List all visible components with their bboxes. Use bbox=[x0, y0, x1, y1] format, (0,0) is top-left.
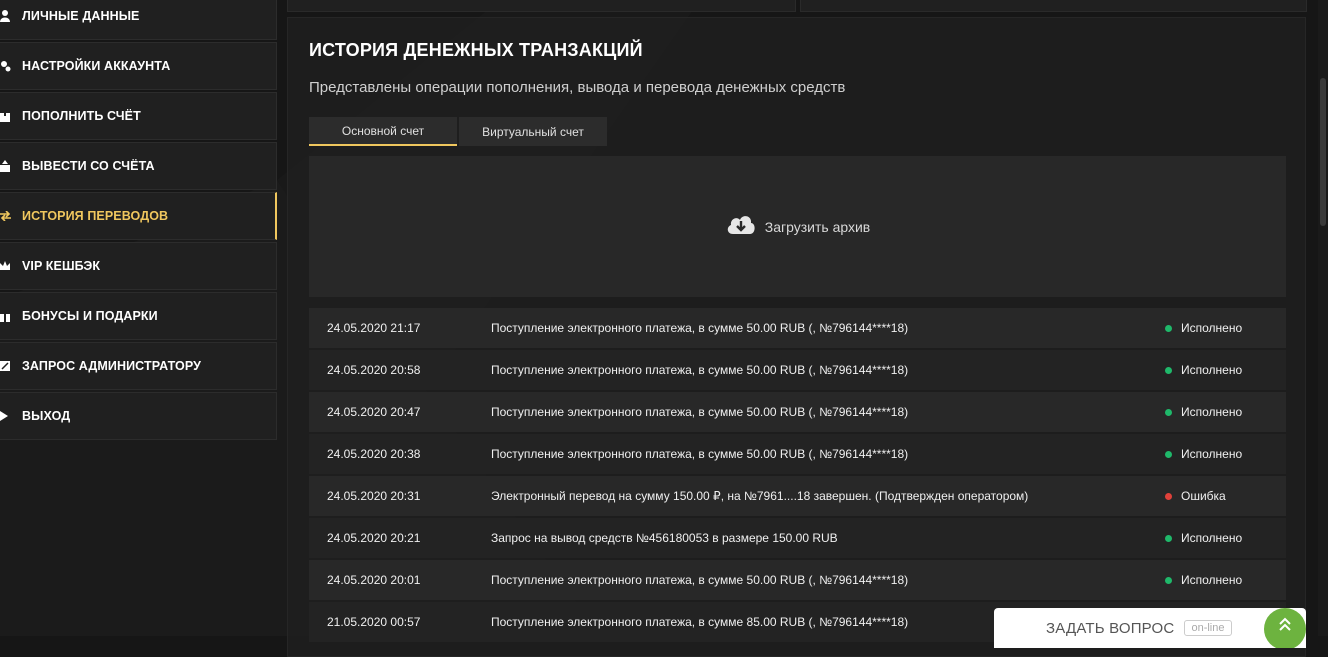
main-panel: ИСТОРИЯ ДЕНЕЖНЫХ ТРАНЗАКЦИЙ Представлены… bbox=[287, 17, 1306, 657]
transaction-date: 24.05.2020 20:47 bbox=[327, 405, 421, 419]
top-panel-left bbox=[287, 0, 796, 12]
sidebar: ЛИЧНЫЕ ДАННЫЕ НАСТРОЙКИ АККАУНТА ПОПОЛНИТЬ… bbox=[0, 0, 277, 442]
status-dot-icon bbox=[1165, 450, 1172, 458]
sidebar-item-label: БОНУСЫ И ПОДАРКИ bbox=[22, 309, 158, 323]
status-dot-icon bbox=[1165, 576, 1172, 584]
transactions-list: 24.05.2020 21:17 Поступление электронного… bbox=[309, 308, 1286, 644]
status-badge: Исполнено bbox=[1165, 321, 1242, 335]
crown-icon bbox=[0, 259, 14, 273]
status-badge: Исполнено bbox=[1165, 573, 1242, 587]
tab-main-account[interactable]: Основной счет bbox=[309, 117, 457, 146]
sidebar-item-withdraw[interactable]: ВЫВЕСТИ СО СЧЁТА bbox=[0, 142, 277, 190]
transaction-description: Поступление электронного платежа, в сумм… bbox=[491, 447, 909, 461]
status-text: Исполнено bbox=[1181, 573, 1243, 587]
table-row: 24.05.2020 20:47 Поступление электронного… bbox=[309, 392, 1286, 432]
status-text: Исполнено bbox=[1181, 447, 1243, 461]
scrollbar-thumb[interactable] bbox=[1320, 78, 1326, 226]
transaction-description: Электронный перевод на сумму 150.00 ₽, н… bbox=[491, 489, 1029, 503]
transaction-description: Поступление электронного платежа, в сумм… bbox=[491, 573, 909, 587]
sidebar-item-user[interactable]: ЛИЧНЫЕ ДАННЫЕ bbox=[0, 0, 277, 40]
status-text: Исполнено bbox=[1181, 405, 1243, 419]
sidebar-item-deposit[interactable]: ПОПОЛНИТЬ СЧЁТ bbox=[0, 92, 277, 140]
chat-expand-button[interactable] bbox=[1264, 608, 1306, 648]
sidebar-item-label: VIP КЕШБЭК bbox=[22, 259, 101, 273]
table-row: 24.05.2020 20:31 Электронный перевод на с… bbox=[309, 476, 1286, 516]
status-badge: Исполнено bbox=[1165, 363, 1242, 377]
table-row: 24.05.2020 20:58 Поступление электронного… bbox=[309, 350, 1286, 390]
transaction-description: Поступление электронного платежа, в сумм… bbox=[491, 321, 909, 335]
sidebar-item-gift[interactable]: БОНУСЫ И ПОДАРКИ bbox=[0, 292, 277, 340]
cloud-download-icon bbox=[725, 212, 757, 241]
sidebar-item-exchange[interactable]: ИСТОРИЯ ПЕРЕВОДОВ bbox=[0, 192, 277, 240]
status-badge: Исполнено bbox=[1165, 405, 1242, 419]
page-title: ИСТОРИЯ ДЕНЕЖНЫХ ТРАНЗАКЦИЙ bbox=[309, 40, 643, 60]
table-row: 24.05.2020 20:01 Поступление электронного… bbox=[309, 560, 1286, 600]
exchange-icon bbox=[0, 209, 14, 223]
double-chevron-up-icon bbox=[1277, 608, 1293, 637]
ask-question-label: ЗАДАТЬ ВОПРОС bbox=[1046, 619, 1175, 637]
user-icon bbox=[0, 9, 14, 23]
withdraw-icon bbox=[0, 159, 14, 173]
status-dot-icon bbox=[1165, 492, 1172, 500]
scrollbar[interactable] bbox=[1318, 0, 1328, 636]
sidebar-item-label: ВЫВЕСТИ СО СЧЁТА bbox=[22, 159, 155, 173]
gift-icon bbox=[0, 309, 14, 323]
table-row: 24.05.2020 21:17 Поступление электронного… bbox=[309, 308, 1286, 348]
ask-question-widget[interactable]: ЗАДАТЬ ВОПРОС on-line bbox=[994, 608, 1306, 648]
transaction-date: 24.05.2020 20:38 bbox=[327, 447, 421, 461]
status-text: Исполнено bbox=[1181, 363, 1243, 377]
sidebar-item-label: ВЫХОД bbox=[22, 409, 71, 423]
transaction-date: 24.05.2020 20:31 bbox=[327, 489, 421, 503]
status-badge: Исполнено bbox=[1165, 531, 1242, 545]
sidebar-item-label: ЛИЧНЫЕ ДАННЫЕ bbox=[22, 9, 140, 23]
status-dot-icon bbox=[1165, 366, 1172, 374]
sidebar-item-gears[interactable]: НАСТРОЙКИ АККАУНТА bbox=[0, 42, 277, 90]
sidebar-item-label: НАСТРОЙКИ АККАУНТА bbox=[22, 59, 171, 73]
transaction-date: 24.05.2020 21:17 bbox=[327, 321, 421, 335]
status-dot-icon bbox=[1165, 534, 1172, 542]
transaction-description: Поступление электронного платежа, в сумм… bbox=[491, 615, 909, 629]
status-badge: Исполнено bbox=[1165, 447, 1242, 461]
status-dot-icon bbox=[1165, 408, 1172, 416]
transaction-description: Запрос на вывод средств №456180053 в раз… bbox=[491, 531, 838, 545]
table-row: 24.05.2020 20:21 Запрос на вывод средств … bbox=[309, 518, 1286, 558]
gears-icon bbox=[0, 59, 14, 73]
transaction-date: 24.05.2020 20:21 bbox=[327, 531, 421, 545]
sidebar-item-message[interactable]: ЗАПРОС АДМИНИСТРАТОРУ bbox=[0, 342, 277, 390]
transaction-description: Поступление электронного платежа, в сумм… bbox=[491, 363, 909, 377]
transaction-date: 21.05.2020 00:57 bbox=[327, 615, 421, 629]
status-text: Ошибка bbox=[1181, 489, 1226, 503]
table-row: 24.05.2020 20:38 Поступление электронного… bbox=[309, 434, 1286, 474]
status-badge: Ошибка bbox=[1165, 489, 1226, 503]
sidebar-item-crown[interactable]: VIP КЕШБЭК bbox=[0, 242, 277, 290]
sidebar-item-label: ИСТОРИЯ ПЕРЕВОДОВ bbox=[22, 209, 169, 223]
top-panel-right bbox=[800, 0, 1307, 12]
page-subtitle: Представлены операции пополнения, вывода… bbox=[309, 79, 846, 96]
deposit-icon bbox=[0, 109, 14, 123]
transaction-description: Поступление электронного платежа, в сумм… bbox=[491, 405, 909, 419]
status-text: Исполнено bbox=[1181, 531, 1243, 545]
tab-virtual-account[interactable]: Виртуальный счет bbox=[459, 117, 607, 146]
sidebar-item-exit[interactable]: ВЫХОД bbox=[0, 392, 277, 440]
status-text: Исполнено bbox=[1181, 321, 1243, 335]
status-dot-icon bbox=[1165, 324, 1172, 332]
exit-icon bbox=[0, 409, 14, 423]
message-icon bbox=[0, 359, 14, 373]
upload-archive-button[interactable]: Загрузить архив bbox=[309, 156, 1286, 297]
upload-archive-label: Загрузить архив bbox=[764, 218, 871, 235]
sidebar-item-label: ЗАПРОС АДМИНИСТРАТОРУ bbox=[22, 359, 201, 373]
transaction-date: 24.05.2020 20:58 bbox=[327, 363, 421, 377]
sidebar-item-label: ПОПОЛНИТЬ СЧЁТ bbox=[22, 109, 141, 123]
transaction-date: 24.05.2020 20:01 bbox=[327, 573, 421, 587]
account-tabs: Основной счет Виртуальный счет bbox=[309, 117, 609, 146]
online-badge: on-line bbox=[1184, 620, 1232, 636]
